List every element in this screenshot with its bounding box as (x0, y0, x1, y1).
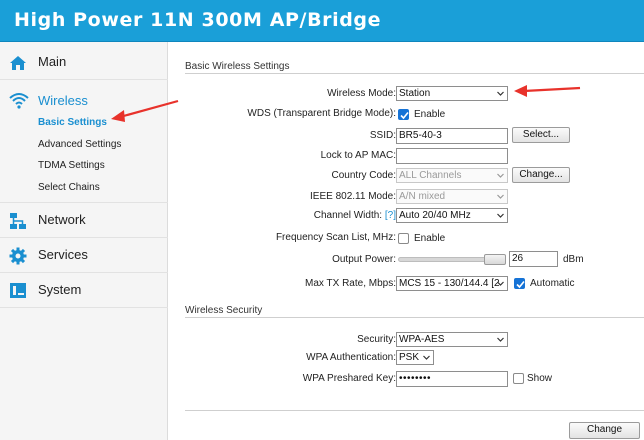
country-code-label: Country Code: (331, 170, 396, 181)
ieee-mode-label: IEEE 802.11 Mode: (310, 191, 396, 202)
sidebar-item-label: Services (38, 247, 88, 262)
section-title-basic: Basic Wireless Settings (185, 61, 290, 72)
sidebar-subitem-advanced-settings[interactable]: Advanced Settings (38, 139, 121, 150)
wpa-auth-label: WPA Authentication: (306, 352, 396, 363)
sidebar-item-system[interactable]: System (0, 274, 168, 308)
wireless-mode-label: Wireless Mode: (327, 88, 396, 99)
channel-width-label-text: Channel Width: (313, 210, 383, 221)
divider (185, 73, 644, 74)
security-value: WPA-AES (399, 334, 445, 345)
chevron-down-icon (497, 337, 504, 342)
wpa-key-show-label: Show (527, 373, 553, 384)
max-tx-rate-select[interactable]: MCS 15 - 130/144.4 [2 (396, 276, 508, 291)
lock-ap-mac-input[interactable] (396, 148, 508, 164)
wpa-key-label: WPA Preshared Key: (302, 373, 396, 384)
home-icon (9, 54, 27, 72)
sidebar-subitem-tdma-settings[interactable]: TDMA Settings (38, 160, 105, 171)
sidebar-subitem-select-chains[interactable]: Select Chains (38, 182, 100, 193)
sidebar-item-main[interactable]: Main (0, 46, 168, 80)
output-power-input[interactable]: 26 (509, 251, 558, 267)
channel-width-select[interactable]: Auto 20/40 MHz (396, 208, 508, 223)
security-label: Security: (357, 334, 396, 345)
wireless-mode-select[interactable]: Station (396, 86, 508, 101)
annotation-arrow-icon (514, 85, 581, 97)
sidebar-item-label: System (38, 282, 82, 297)
check-icon (516, 280, 525, 289)
wpa-key-input[interactable]: •••••••• (396, 371, 508, 387)
ieee-mode-value: A/N mixed (399, 191, 446, 202)
ieee-mode-select[interactable]: A/N mixed (396, 189, 508, 204)
output-power-slider-handle[interactable] (484, 254, 506, 265)
max-tx-automatic-checkbox[interactable] (514, 278, 525, 289)
channel-width-help-link[interactable]: [?] (385, 210, 396, 221)
chevron-down-icon (497, 213, 504, 218)
sidebar-item-label: Main (38, 54, 67, 69)
chevron-down-icon (497, 281, 504, 286)
country-code-value: ALL Channels (399, 170, 462, 181)
sidebar-subitem-basic-settings[interactable]: Basic Settings (38, 117, 107, 128)
sidebar-item-services[interactable]: Services (0, 239, 168, 273)
wds-enable-label: Enable (414, 109, 446, 120)
divider (185, 410, 644, 411)
sidebar-item-label: Network (38, 212, 86, 227)
wpa-key-show-checkbox[interactable] (513, 373, 524, 384)
main-content: Basic Wireless Settings Wireless Mode: S… (168, 42, 644, 440)
max-tx-rate-label: Max TX Rate, Mbps: (305, 278, 396, 289)
app-title: High Power 11N 300M AP/Bridge (14, 9, 382, 31)
sidebar-item-network[interactable]: Network (0, 204, 168, 238)
ssid-label: SSID: (369, 130, 396, 141)
chevron-down-icon (497, 91, 504, 96)
max-tx-rate-value: MCS 15 - 130/144.4 [2 (399, 278, 500, 289)
chevron-down-icon (497, 173, 504, 178)
gear-icon (9, 247, 27, 265)
freq-scan-label: Frequency Scan List, MHz: (275, 232, 396, 243)
wds-label: WDS (Transparent Bridge Mode): (247, 108, 396, 119)
sidebar-item-wireless[interactable]: Wireless (38, 93, 88, 108)
output-power-unit: dBm (563, 254, 584, 265)
country-code-select[interactable]: ALL Channels (396, 168, 508, 183)
divider (185, 317, 644, 318)
wpa-auth-value: PSK (399, 352, 420, 363)
max-tx-automatic-label: Automatic (530, 278, 575, 289)
network-icon (9, 212, 27, 230)
system-icon (9, 282, 27, 300)
section-title-security: Wireless Security (185, 305, 263, 316)
channel-width-value: Auto 20/40 MHz (399, 210, 471, 221)
wds-enable-checkbox[interactable] (398, 109, 409, 120)
ssid-input[interactable]: BR5-40-3 (396, 128, 508, 144)
lock-ap-mac-label: Lock to AP MAC: (320, 150, 396, 161)
wireless-mode-value: Station (399, 88, 431, 99)
wpa-auth-select[interactable]: PSK (396, 350, 434, 365)
chevron-down-icon (423, 355, 430, 360)
security-select[interactable]: WPA-AES (396, 332, 508, 347)
country-change-button[interactable]: Change... (512, 167, 570, 183)
wifi-icon (9, 91, 29, 109)
chevron-down-icon (497, 194, 504, 199)
annotation-arrow-icon (111, 99, 179, 122)
app-header: High Power 11N 300M AP/Bridge (0, 0, 644, 42)
output-power-label: Output Power: (332, 254, 396, 265)
freq-scan-enable-label: Enable (414, 233, 446, 244)
change-button[interactable]: Change (569, 422, 640, 439)
freq-scan-enable-checkbox[interactable] (398, 233, 409, 244)
channel-width-label: Channel Width: [?] (314, 210, 396, 221)
ssid-select-button[interactable]: Select... (512, 127, 570, 143)
check-icon (400, 111, 409, 120)
